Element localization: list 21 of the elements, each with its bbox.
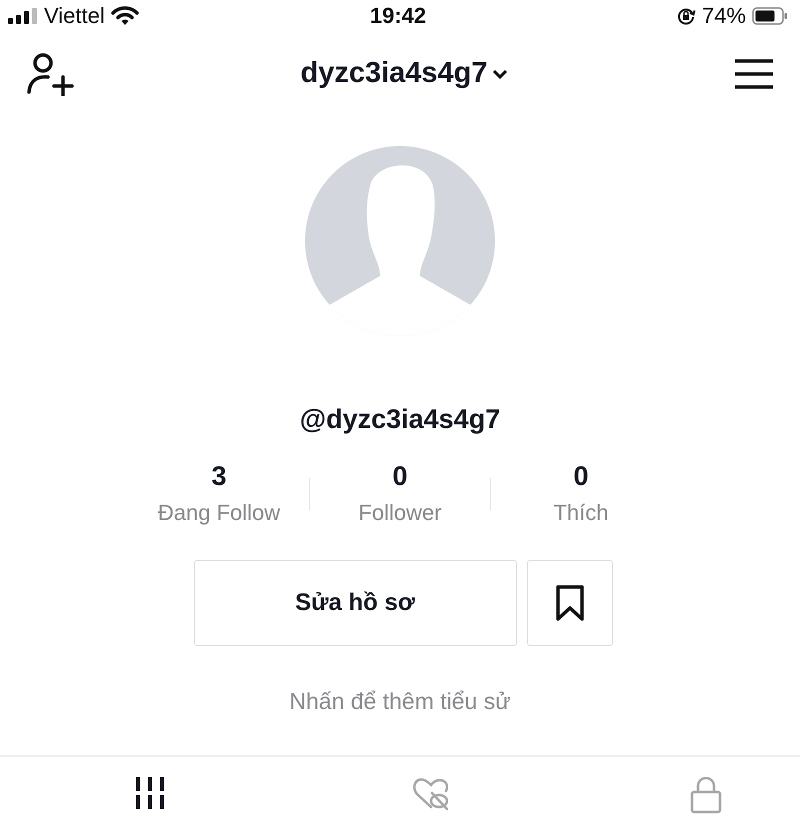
stat-count: 3 bbox=[211, 461, 227, 492]
clock-time: 19:42 bbox=[370, 2, 426, 29]
profile-handle: @dyzc3ia4s4g7 bbox=[298, 404, 502, 435]
add-user-icon[interactable] bbox=[26, 52, 74, 96]
stat-count: 0 bbox=[392, 461, 408, 492]
stat-label: Đang Follow bbox=[158, 500, 280, 526]
battery-percent: 74% bbox=[702, 2, 746, 29]
stat-count: 0 bbox=[573, 461, 589, 492]
wifi-icon bbox=[110, 6, 139, 26]
account-switcher[interactable]: dyzc3ia4s4g7 bbox=[300, 57, 508, 90]
stat-label: Thích bbox=[553, 500, 609, 526]
stat-label: Follower bbox=[358, 500, 442, 526]
signal-icon bbox=[8, 8, 38, 24]
bookmark-button[interactable] bbox=[526, 560, 612, 646]
bookmark-icon bbox=[554, 584, 584, 622]
rotation-lock-icon bbox=[676, 6, 696, 26]
edit-profile-button[interactable]: Sửa hồ sơ bbox=[194, 560, 516, 646]
carrier-name: Viettel bbox=[44, 2, 105, 29]
menu-icon[interactable] bbox=[734, 58, 774, 90]
battery-icon bbox=[752, 6, 788, 25]
chevron-down-icon bbox=[492, 68, 508, 80]
